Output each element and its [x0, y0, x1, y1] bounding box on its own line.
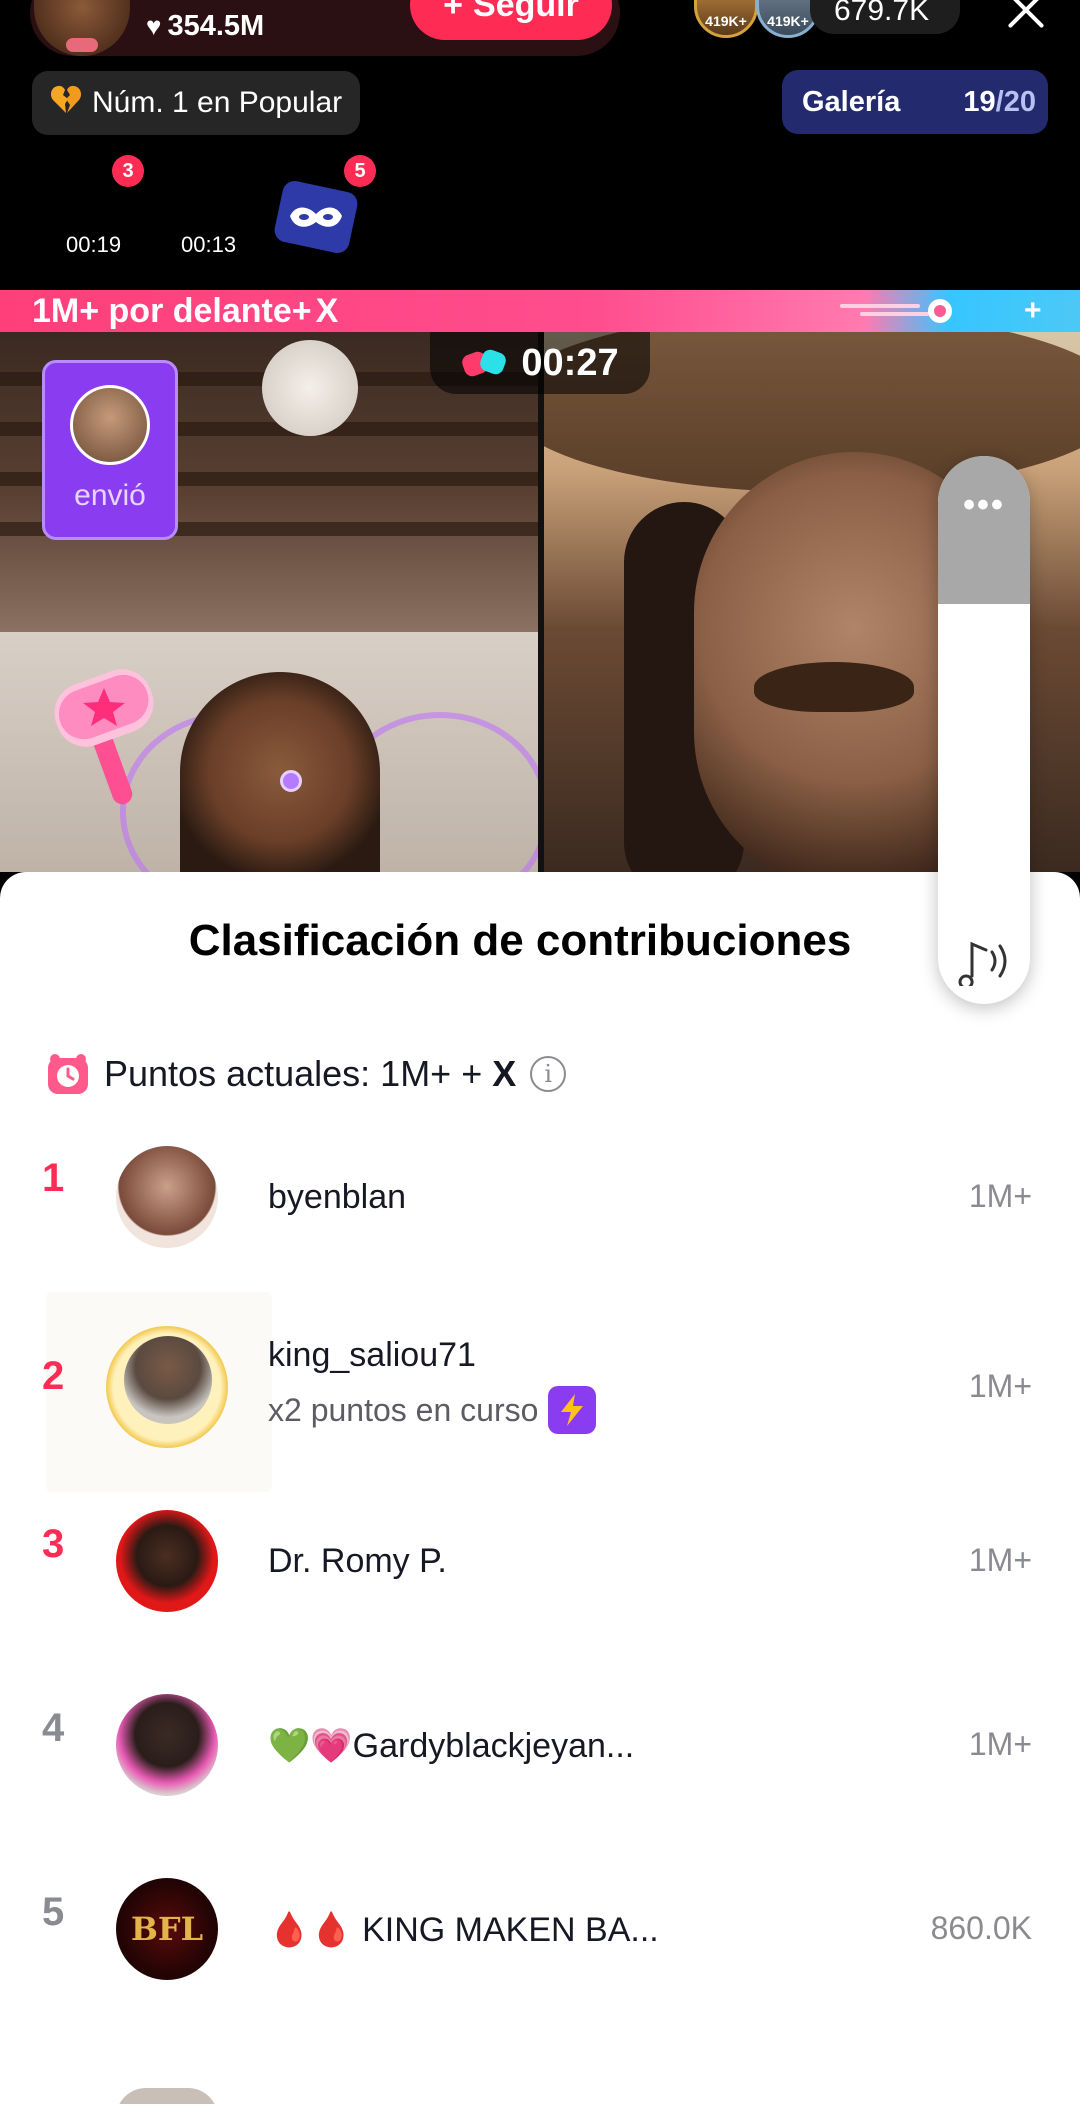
sound-icon	[958, 941, 1007, 986]
info-icon[interactable]: i	[530, 1056, 567, 1092]
user-score: 1M+	[968, 1178, 1032, 1214]
user-name[interactable]: 💚💗Gardyblackjeyan...	[268, 1726, 634, 1766]
volume-track-empty	[938, 456, 1030, 604]
hammer-icon	[54, 669, 154, 805]
rank-number: 4	[42, 1706, 65, 1750]
user-avatar[interactable]	[116, 1146, 218, 1248]
alarm-clock-icon	[48, 1054, 88, 1094]
plus-icon: +	[443, 0, 464, 24]
user-name[interactable]: 🩸🩸 KING MAKEN BA...	[268, 1910, 659, 1950]
jewel-icon	[280, 770, 302, 792]
user-avatar[interactable]: BFL	[116, 1878, 218, 1980]
rank-number: 1	[42, 1156, 65, 1200]
boost-label: x2 puntos en curso	[268, 1391, 539, 1428]
lamp	[262, 340, 358, 436]
user-score: 1M+	[968, 1726, 1032, 1762]
progress-plus[interactable]: +	[1024, 294, 1042, 328]
next-user-avatar[interactable]	[116, 2088, 218, 2104]
rank-number: 5	[42, 1890, 65, 1934]
popular-rank-label: Núm. 1 en Popular	[92, 86, 343, 119]
gift-sent-card[interactable]: envió	[42, 360, 178, 540]
user-avatar[interactable]	[116, 1510, 218, 1612]
gallery-label: Galería	[802, 85, 901, 118]
host-likes: ♥ 354.5M	[146, 10, 264, 43]
ranking-row[interactable]: 2 king_saliou71 x2 puntos en curso 1M+	[0, 1296, 1080, 1476]
broken-heart-icon	[50, 84, 82, 122]
user-score: 1M+	[968, 1542, 1032, 1578]
live-header: ♥ 354.5M + Seguir 419K+ 419K+ 679.7K Núm…	[0, 0, 1080, 290]
gift-timer[interactable]: 00:19	[66, 232, 121, 258]
user-score: 860.0K	[930, 1910, 1032, 1946]
gift-count-badge: 3	[112, 155, 144, 187]
gallery-progress: 19/20	[963, 85, 1036, 118]
top-viewer-avatar[interactable]: 419K+	[694, 0, 758, 38]
current-points-label: Puntos actuales: 1M+ + X	[104, 1053, 517, 1094]
mustache-filter	[754, 662, 914, 712]
streak-icon	[840, 299, 952, 323]
close-icon[interactable]	[1000, 0, 1050, 36]
more-options-icon[interactable]: •••	[938, 486, 1030, 525]
ranking-row[interactable]: 4 💚💗Gardyblackjeyan... 1M+	[0, 1650, 1080, 1830]
volume-slider[interactable]: •••	[938, 456, 1030, 1004]
battle-timer-value: 00:27	[521, 341, 619, 384]
user-avatar[interactable]	[116, 1694, 218, 1796]
viewer-badge: 419K+	[767, 13, 809, 29]
progress-label: 1M+ por delante+	[32, 291, 312, 330]
follow-label: Seguir	[473, 0, 579, 24]
host-person	[180, 672, 380, 872]
sheet-title: Clasificación de contribuciones	[188, 916, 852, 965]
viewer-count: 679.7K	[834, 0, 930, 27]
points-boost: x2 puntos en curso	[268, 1386, 597, 1434]
lightning-icon	[548, 1386, 597, 1434]
gallery-button[interactable]: Galería 19/20	[782, 70, 1048, 134]
user-score: 1M+	[968, 1368, 1032, 1404]
user-name[interactable]: king_saliou71	[268, 1336, 476, 1375]
follow-button[interactable]: + Seguir	[410, 0, 612, 40]
mask-icon[interactable]	[272, 172, 360, 258]
user-name[interactable]: byenblan	[268, 1178, 406, 1217]
host-likes-value: 354.5M	[167, 10, 265, 42]
avatar-monogram: BFL	[130, 1910, 204, 1948]
rank-number: 3	[42, 1522, 65, 1566]
popular-rank-badge[interactable]: Núm. 1 en Popular	[32, 71, 361, 135]
rank-number: 2	[42, 1354, 65, 1398]
gift-timer[interactable]: 00:13	[181, 232, 236, 258]
battle-gloves-icon	[462, 349, 507, 377]
battle-timer: 00:27	[430, 332, 650, 394]
current-points-row: Puntos actuales: 1M+ + X i	[46, 1052, 567, 1096]
user-avatar[interactable]	[124, 1336, 212, 1424]
gift-count-badge: 5	[344, 155, 376, 187]
x-logo-icon: X	[315, 291, 339, 330]
battle-progress-banner[interactable]: 1M+ por delante+ X +	[0, 290, 1080, 332]
progress-text: 1M+ por delante+ X	[32, 290, 338, 332]
ranking-row[interactable]: 5 BFL 🩸🩸 KING MAKEN BA... 860.0K	[0, 1834, 1080, 2014]
x-logo-icon: X	[492, 1053, 517, 1094]
contribution-ranking-sheet: Clasificación de contribuciones Puntos a…	[0, 872, 1080, 2104]
sent-label: envió	[74, 479, 146, 512]
heart-icon: ♥	[146, 11, 162, 41]
ranking-row[interactable]: 3 Dr. Romy P. 1M+	[0, 1466, 1080, 1646]
ranking-row[interactable]: 1 byenblan 1M+	[0, 1098, 1080, 1278]
viewer-badge: 419K+	[705, 13, 747, 29]
sender-avatar	[70, 385, 150, 465]
user-name[interactable]: Dr. Romy P.	[268, 1542, 447, 1581]
